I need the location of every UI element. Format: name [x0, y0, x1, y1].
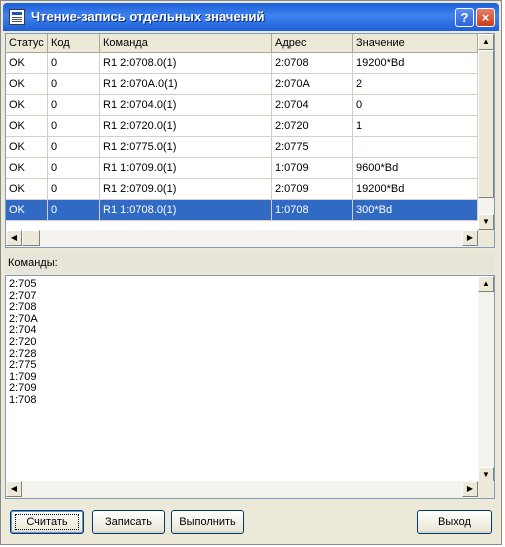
cell-value: 2: [353, 74, 478, 95]
cell-status: OK: [6, 95, 48, 116]
cell-status: OK: [6, 200, 48, 221]
table-hscroll-thumb[interactable]: [22, 230, 40, 246]
window-app-icon: [9, 9, 25, 25]
table-row[interactable]: OK 0 R1 2:0720.0(1) 2:0720 1: [6, 116, 478, 137]
command-line: 2:705: [9, 278, 37, 290]
column-header-command[interactable]: Команда: [100, 34, 272, 53]
read-button[interactable]: Считать: [10, 510, 84, 534]
commands-label: Команды:: [5, 253, 495, 273]
cell-status: OK: [6, 158, 48, 179]
scroll-up-icon[interactable]: ▲: [478, 276, 494, 292]
cell-command: R1 2:0704.0(1): [100, 95, 272, 116]
cell-value: 9600*Bd: [353, 158, 478, 179]
column-header-status[interactable]: Статус: [6, 34, 48, 53]
cell-address: 2:0709: [272, 179, 353, 200]
cell-command: R1 2:070A.0(1): [100, 74, 272, 95]
cell-address: 1:0709: [272, 158, 353, 179]
cell-address: 2:0775: [272, 137, 353, 158]
cell-value: [353, 137, 478, 158]
scroll-up-icon[interactable]: ▲: [478, 34, 494, 50]
cell-status: OK: [6, 74, 48, 95]
dialog-window: Чтение-запись отдельных значений ? × Ста…: [0, 0, 502, 545]
scroll-down-icon[interactable]: ▼: [478, 214, 494, 230]
execute-button[interactable]: Выполнить: [171, 510, 244, 534]
cell-code: 0: [48, 74, 100, 95]
scrollbar-corner: [478, 481, 494, 498]
title-bar[interactable]: Чтение-запись отдельных значений ? ×: [3, 3, 499, 31]
table-row[interactable]: OK 0 R1 1:0708.0(1) 1:0708 300*Bd: [6, 200, 478, 221]
cell-code: 0: [48, 179, 100, 200]
cell-value: 19200*Bd: [353, 53, 478, 74]
cell-status: OK: [6, 53, 48, 74]
cell-code: 0: [48, 137, 100, 158]
write-button[interactable]: Записать: [92, 510, 165, 534]
cell-code: 0: [48, 53, 100, 74]
table-horizontal-scrollbar[interactable]: ◀ ▶: [6, 230, 478, 247]
command-line: 2:775: [9, 359, 37, 372]
cell-status: OK: [6, 116, 48, 137]
table-vscroll-thumb[interactable]: [478, 50, 494, 198]
commands-horizontal-scrollbar[interactable]: ◀ ▶: [6, 481, 478, 498]
window-title: Чтение-запись отдельных значений: [31, 9, 265, 24]
cell-status: OK: [6, 137, 48, 158]
cell-address: 2:0708: [272, 53, 353, 74]
scrollbar-corner: [478, 230, 494, 247]
scroll-left-icon[interactable]: ◀: [6, 481, 22, 497]
table-header: Статус Код Команда Адрес Значение: [6, 34, 478, 53]
cell-address: 2:0704: [272, 95, 353, 116]
cell-command: R1 1:0709.0(1): [100, 158, 272, 179]
cell-command: R1 2:0709.0(1): [100, 179, 272, 200]
help-button[interactable]: ?: [455, 8, 474, 27]
cell-command: R1 2:0708.0(1): [100, 53, 272, 74]
scroll-left-icon[interactable]: ◀: [6, 230, 22, 246]
table-row[interactable]: OK 0 R1 2:0704.0(1) 2:0704 0: [6, 95, 478, 116]
cell-value: 300*Bd: [353, 200, 478, 221]
scroll-right-icon[interactable]: ▶: [462, 481, 478, 497]
cell-value: 19200*Bd: [353, 179, 478, 200]
cell-code: 0: [48, 200, 100, 221]
table-row[interactable]: OK 0 R1 2:0708.0(1) 2:0708 19200*Bd: [6, 53, 478, 74]
command-line: 1:708: [9, 393, 37, 406]
commands-vertical-scrollbar[interactable]: ▲ ▼: [478, 276, 494, 483]
cell-command: R1 2:0775.0(1): [100, 137, 272, 158]
values-table[interactable]: Статус Код Команда Адрес Значение OK 0 R1 …: [5, 33, 495, 248]
table-row[interactable]: OK 0 R1 2:0709.0(1) 2:0709 19200*Bd: [6, 179, 478, 200]
read-button-label: Считать: [15, 514, 79, 530]
cell-address: 2:0720: [272, 116, 353, 137]
cell-value: 0: [353, 95, 478, 116]
cell-command: R1 2:0720.0(1): [100, 116, 272, 137]
table-row[interactable]: OK 0 R1 1:0709.0(1) 1:0709 9600*Bd: [6, 158, 478, 179]
cell-command: R1 1:0708.0(1): [100, 200, 272, 221]
cell-code: 0: [48, 158, 100, 179]
scroll-right-icon[interactable]: ▶: [462, 230, 478, 246]
exit-button[interactable]: Выход: [417, 510, 492, 534]
table-row[interactable]: OK 0 R1 2:0775.0(1) 2:0775: [6, 137, 478, 158]
commands-list: 2:705 2:707 2:708 2:70A 2:704 2:720 2:728 2:775…: [9, 278, 38, 407]
table-body: OK 0 R1 2:0708.0(1) 2:0708 19200*Bd OK 0 R1 2:0…: [6, 53, 478, 221]
column-header-code[interactable]: Код: [48, 34, 100, 53]
cell-value: 1: [353, 116, 478, 137]
command-line: 2:720: [9, 335, 37, 348]
close-button[interactable]: ×: [476, 8, 495, 27]
cell-status: OK: [6, 179, 48, 200]
cell-code: 0: [48, 116, 100, 137]
table-row[interactable]: OK 0 R1 2:070A.0(1) 2:070A 2: [6, 74, 478, 95]
column-header-value[interactable]: Значение: [353, 34, 478, 53]
cell-code: 0: [48, 95, 100, 116]
commands-textarea[interactable]: 2:705 2:707 2:708 2:70A 2:704 2:720 2:728 2:775…: [5, 275, 495, 499]
column-header-address[interactable]: Адрес: [272, 34, 353, 53]
cell-address: 1:0708: [272, 200, 353, 221]
table-vertical-scrollbar[interactable]: ▲ ▼: [478, 34, 494, 230]
cell-address: 2:070A: [272, 74, 353, 95]
